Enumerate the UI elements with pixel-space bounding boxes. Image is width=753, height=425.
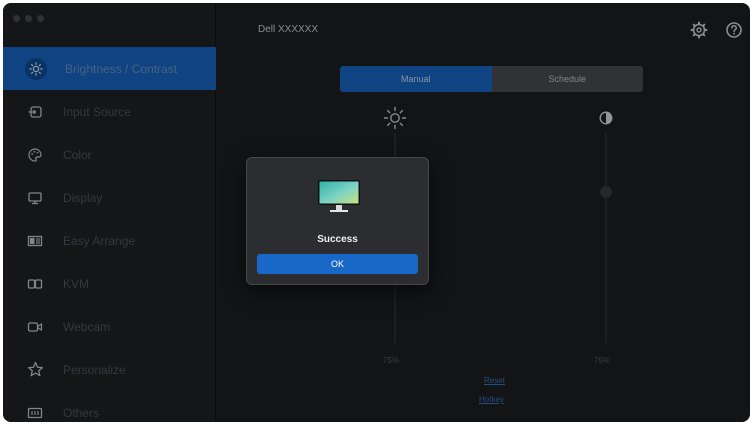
dialog-title: Success [317,234,358,245]
monitor-icon [316,178,362,216]
success-dialog: Success OK [246,157,429,285]
app-window: Brightness / Contrast Input Source Color… [3,3,750,422]
ok-button[interactable]: OK [257,254,418,274]
